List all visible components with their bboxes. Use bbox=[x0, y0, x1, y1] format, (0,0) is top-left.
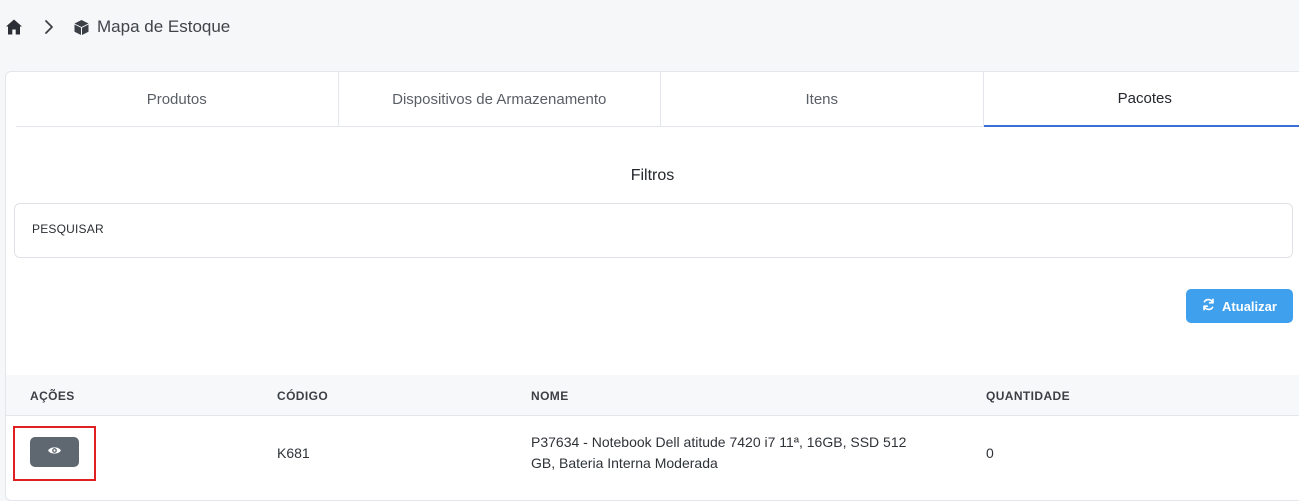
tab-produtos[interactable]: Produtos bbox=[16, 72, 339, 127]
table-row: K681 P37634 - Notebook Dell atitude 7420… bbox=[6, 416, 1299, 496]
tab-bar: Produtos Dispositivos de Armazenamento I… bbox=[16, 72, 1299, 127]
view-button[interactable] bbox=[30, 437, 79, 467]
search-input[interactable]: PESQUISAR bbox=[14, 203, 1293, 258]
tab-itens[interactable]: Itens bbox=[661, 72, 984, 127]
home-icon[interactable] bbox=[5, 18, 23, 36]
header-codigo[interactable]: CÓDIGO bbox=[277, 389, 328, 403]
page-title: Mapa de Estoque bbox=[97, 17, 230, 37]
refresh-button[interactable]: Atualizar bbox=[1186, 289, 1293, 323]
breadcrumb: Mapa de Estoque bbox=[0, 0, 1299, 56]
header-nome[interactable]: NOME bbox=[531, 389, 569, 403]
cell-codigo: K681 bbox=[277, 445, 310, 461]
stock-map-card: Produtos Dispositivos de Armazenamento I… bbox=[5, 71, 1299, 501]
cell-quantidade: 0 bbox=[986, 445, 994, 461]
search-label: PESQUISAR bbox=[32, 222, 104, 236]
refresh-button-label: Atualizar bbox=[1222, 299, 1277, 314]
eye-icon bbox=[47, 443, 62, 461]
refresh-icon bbox=[1202, 298, 1215, 314]
tab-pacotes[interactable]: Pacotes bbox=[984, 72, 1299, 127]
cell-nome: P37634 - Notebook Dell atitude 7420 i7 1… bbox=[531, 432, 931, 474]
chevron-right-icon bbox=[43, 19, 55, 35]
header-acoes: AÇÕES bbox=[30, 389, 75, 403]
box-icon bbox=[73, 19, 90, 36]
header-quantidade[interactable]: QUANTIDADE bbox=[986, 389, 1070, 403]
tab-dispositivos-armazenamento[interactable]: Dispositivos de Armazenamento bbox=[339, 72, 662, 127]
filters-title: Filtros bbox=[6, 167, 1299, 185]
table-header: AÇÕES CÓDIGO NOME QUANTIDADE bbox=[6, 375, 1299, 416]
